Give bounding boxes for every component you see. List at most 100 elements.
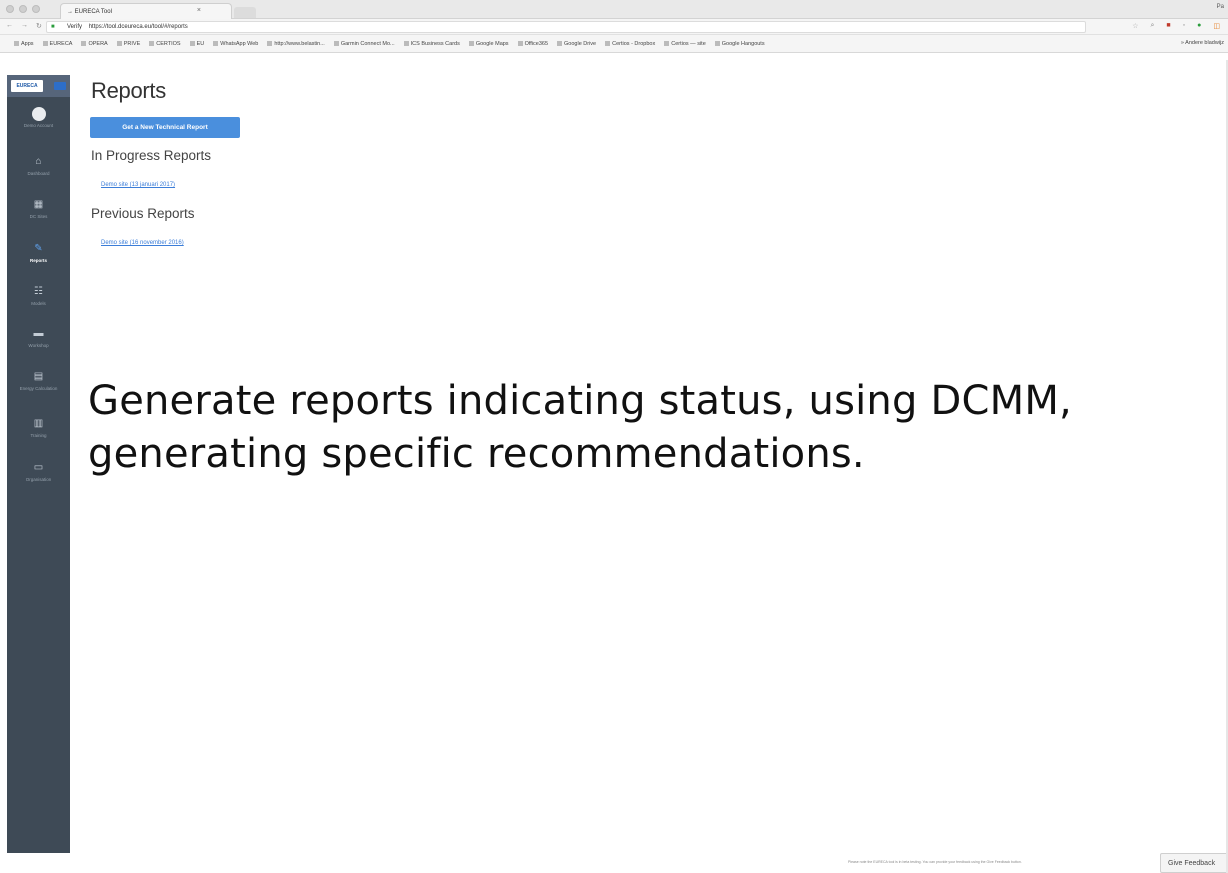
minimize-window-icon[interactable] — [19, 5, 27, 13]
in-progress-heading: In Progress Reports — [91, 148, 212, 163]
in-progress-report-link[interactable]: Demo site (13 januari 2017) — [101, 182, 175, 188]
browser-tab[interactable]: → EURECA Tool × — [60, 3, 232, 19]
sidebar-item-training[interactable]: ▥ Training — [7, 415, 70, 455]
search-icon[interactable]: ⌕ — [1151, 22, 1155, 30]
folder-icon — [42, 41, 48, 46]
forward-icon[interactable]: → — [21, 22, 28, 30]
bookmark-item[interactable]: Google Drive — [557, 41, 596, 47]
extension-icons: ☆ ⌕ ■ ◦ ● ◫ — [1132, 22, 1220, 30]
maps-icon — [468, 41, 474, 46]
bookmark-item[interactable]: ICS Business Cards — [403, 41, 460, 47]
bookmark-item[interactable]: http://www.belastin... — [267, 41, 325, 47]
extension-green-icon[interactable]: ● — [1197, 22, 1201, 30]
bookmark-item[interactable]: EURECA — [42, 41, 72, 47]
sidebar-item-reports[interactable]: ✎ Reports — [7, 240, 70, 280]
folder-icon — [116, 41, 122, 46]
screen: → EURECA Tool × Pa ← → ↻ ■ Verify https:… — [0, 0, 1228, 873]
browser-toolbar: ← → ↻ ■ Verify https://tool.dceureca.eu/… — [0, 19, 1228, 35]
page-icon — [664, 41, 670, 46]
sidebar-item-label: Models — [31, 301, 46, 306]
bookmark-icon — [14, 41, 19, 46]
sidebar-item-label: Organisation — [25, 477, 52, 482]
nav-buttons: ← → ↻ — [6, 22, 42, 30]
window-controls — [6, 5, 40, 13]
give-feedback-button[interactable]: Give Feedback — [1160, 853, 1228, 873]
sidebar-item-label: DC Sites — [29, 214, 48, 219]
previous-reports-heading: Previous Reports — [91, 206, 195, 221]
previous-report-link[interactable]: Demo site (16 november 2016) — [101, 240, 184, 246]
page-icon — [267, 41, 273, 46]
sidebar-item-label: Reports — [29, 258, 47, 263]
other-bookmarks[interactable]: » Andere bladwijz — [1181, 40, 1224, 46]
caption-line-2: generating specific recommendations. — [88, 430, 865, 477]
bookmark-star-icon[interactable]: ☆ — [1132, 22, 1138, 30]
calculator-icon: ▤ — [33, 371, 44, 382]
sidebar-item-label: Workshop — [28, 343, 49, 348]
folder-icon — [149, 41, 155, 46]
eureca-logo[interactable]: EURECA — [11, 80, 43, 92]
url-text: https://tool.dceureca.eu/tool/#/reports — [88, 24, 188, 30]
page-title: Reports — [91, 78, 166, 103]
bookmark-item[interactable]: Certios - Dropbox — [605, 41, 655, 47]
sidebar: EURECA Demo Account ⌂ Dashboard ▦ DC Sit… — [7, 75, 70, 853]
office-icon — [517, 41, 523, 46]
edit-icon: ✎ — [34, 243, 43, 254]
sidebar-item-models[interactable]: ☷ Models — [7, 283, 70, 323]
list-icon: ☷ — [34, 286, 43, 297]
bookmark-item[interactable]: EU — [189, 41, 204, 47]
sidebar-item-account[interactable]: Demo Account — [7, 101, 70, 141]
new-technical-report-button[interactable]: Get a New Technical Report — [90, 117, 240, 138]
avatar — [31, 107, 46, 121]
sidebar-item-energy-calculation[interactable]: ▤ Energy Calculation — [7, 368, 70, 408]
caption-line-1: Generate reports indicating status, usin… — [88, 378, 1072, 424]
new-tab-button[interactable] — [234, 7, 256, 18]
tab-close-icon[interactable]: × — [197, 7, 201, 14]
sidebar-item-dashboard[interactable]: ⌂ Dashboard — [7, 153, 70, 193]
url-verified-label: Verify — [67, 24, 83, 30]
sidebar-item-label: Demo Account — [23, 123, 54, 128]
folder-icon — [189, 41, 195, 46]
sidebar-item-dc-sites[interactable]: ▦ DC Sites — [7, 196, 70, 236]
extension-grey-icon[interactable]: ◦ — [1183, 22, 1185, 30]
whatsapp-icon — [213, 41, 219, 46]
sidebar-item-organisation[interactable]: ▭ Organisation — [7, 459, 70, 499]
sidebar-item-workshop[interactable]: ▬ Workshop — [7, 325, 70, 365]
extension-red-icon[interactable]: ■ — [1166, 22, 1170, 30]
sidebar-item-label: Training — [30, 433, 47, 438]
address-bar[interactable]: ■ Verify https://tool.dceureca.eu/tool/#… — [46, 21, 1086, 33]
bookmark-item[interactable]: WhatsApp Web — [213, 41, 258, 47]
sidebar-item-label: Energy Calculation — [19, 386, 58, 391]
bookmark-item[interactable]: Google Maps — [468, 41, 509, 47]
lock-icon: ■ — [51, 24, 55, 30]
close-window-icon[interactable] — [6, 5, 14, 13]
menu-toggle-button[interactable] — [54, 82, 66, 90]
bookmark-item[interactable]: CERTIOS — [149, 41, 181, 47]
slide-caption: Generate reports indicating status, usin… — [88, 375, 1208, 481]
extension-orange-icon[interactable]: ◫ — [1213, 22, 1220, 30]
page-icon — [403, 41, 409, 46]
profile-name[interactable]: Pa — [1217, 4, 1224, 10]
maximize-window-icon[interactable] — [32, 5, 40, 13]
briefcase-icon: ▬ — [33, 328, 44, 339]
browser-titlebar: → EURECA Tool × Pa — [0, 0, 1228, 19]
sidebar-brand: EURECA — [7, 75, 70, 97]
beta-note: Please note the EURECA tool is in beta t… — [848, 860, 1022, 864]
bookmark-item[interactable]: Apps — [14, 41, 34, 47]
bookmark-item[interactable]: Certios — site — [664, 41, 706, 47]
bookmarks-bar: Apps EURECA OPERA PRIVE CERTIOS EU Whats… — [0, 35, 1228, 53]
tab-title: → EURECA Tool — [67, 8, 112, 15]
sidebar-item-label: Dashboard — [27, 171, 50, 176]
folder-icon — [81, 41, 87, 46]
home-icon: ⌂ — [35, 156, 42, 167]
bookmark-item[interactable]: PRIVE — [116, 41, 140, 47]
document-icon: ▭ — [33, 462, 44, 473]
bookmark-item[interactable]: Garmin Connect Mo... — [333, 41, 395, 47]
bookmark-item[interactable]: Google Hangouts — [714, 41, 765, 47]
bookmark-item[interactable]: Office365 — [517, 41, 548, 47]
reload-icon[interactable]: ↻ — [36, 22, 42, 30]
bookmark-item[interactable]: OPERA — [81, 41, 108, 47]
hangouts-icon — [714, 41, 720, 46]
university-icon: ▥ — [33, 418, 44, 429]
dropbox-icon — [605, 41, 611, 46]
back-icon[interactable]: ← — [6, 22, 13, 30]
